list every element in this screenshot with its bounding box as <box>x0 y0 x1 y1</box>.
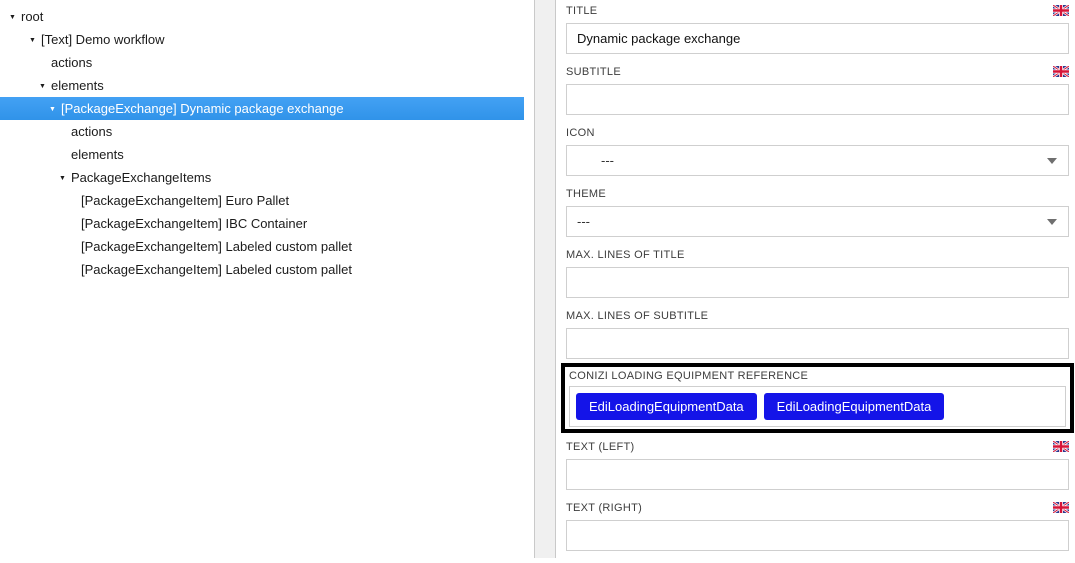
uk-flag-icon[interactable] <box>1053 66 1069 77</box>
chevron-down-icon[interactable]: ▼ <box>39 82 51 90</box>
tree-item-package-exchange[interactable]: ▼ [PackageExchange] Dynamic package exch… <box>0 97 524 120</box>
subtitle-input[interactable] <box>566 84 1069 115</box>
tree-item-euro-pallet[interactable]: [PackageExchangeItem] Euro Pallet <box>0 189 524 212</box>
chevron-down-icon[interactable]: ▼ <box>29 36 41 44</box>
field-group-text-right: TEXT (RIGHT) <box>566 502 1069 551</box>
chevron-down-icon[interactable]: ▼ <box>9 13 21 21</box>
field-group-subtitle: SUBTITLE <box>566 66 1069 115</box>
chevron-down-icon <box>1047 219 1057 225</box>
tree-item-label: [PackageExchangeItem] Labeled custom pal… <box>81 239 352 254</box>
uk-flag-icon[interactable] <box>1053 441 1069 452</box>
max-lines-title-label: MAX. LINES OF TITLE <box>566 249 685 262</box>
field-group-icon: ICON --- <box>566 127 1069 176</box>
tree-item-label: [Text] Demo workflow <box>41 32 165 47</box>
tree-item-label: [PackageExchangeItem] Euro Pallet <box>81 193 289 208</box>
tree-item-actions[interactable]: actions <box>0 51 524 74</box>
tree-item-label: root <box>21 9 43 24</box>
tree-item-labeled-custom-pallet-2[interactable]: [PackageExchangeItem] Labeled custom pal… <box>0 258 524 281</box>
field-group-title: TITLE <box>566 5 1069 54</box>
tree-item-root[interactable]: ▼ root <box>0 5 524 28</box>
chevron-down-icon <box>1047 158 1057 164</box>
theme-dropdown[interactable]: --- <box>566 206 1069 237</box>
max-lines-subtitle-label: MAX. LINES OF SUBTITLE <box>566 310 708 323</box>
conizi-section-highlight: CONIZI LOADING EQUIPMENT REFERENCE EdiLo… <box>561 363 1074 433</box>
tree-item-label: PackageExchangeItems <box>71 170 211 185</box>
workflow-tree-panel: ▼ root ▼ [Text] Demo workflow actions ▼ … <box>0 0 534 558</box>
subtitle-label: SUBTITLE <box>566 66 621 79</box>
theme-label: THEME <box>566 188 606 201</box>
chevron-down-icon[interactable]: ▼ <box>49 105 61 113</box>
title-label: TITLE <box>566 5 597 18</box>
title-input[interactable] <box>566 23 1069 54</box>
tree-item-label: [PackageExchangeItem] Labeled custom pal… <box>81 262 352 277</box>
uk-flag-icon[interactable] <box>1053 502 1069 513</box>
tree-item-elements[interactable]: ▼ elements <box>0 74 524 97</box>
edi-loading-equipment-button-2[interactable]: EdiLoadingEquipmentData <box>764 393 945 420</box>
conizi-reference-box: EdiLoadingEquipmentData EdiLoadingEquipm… <box>569 386 1066 427</box>
tree-item-labeled-custom-pallet-1[interactable]: [PackageExchangeItem] Labeled custom pal… <box>0 235 524 258</box>
max-lines-subtitle-input[interactable] <box>566 328 1069 359</box>
icon-label: ICON <box>566 127 595 140</box>
field-group-theme: THEME --- <box>566 188 1069 237</box>
text-left-label: TEXT (LEFT) <box>566 441 635 454</box>
icon-dropdown-value: --- <box>601 153 614 168</box>
text-left-input[interactable] <box>566 459 1069 490</box>
tree-item-text-demo-workflow[interactable]: ▼ [Text] Demo workflow <box>0 28 524 51</box>
tree-item-label: [PackageExchangeItem] IBC Container <box>81 216 307 231</box>
tree-item-label: actions <box>71 124 112 139</box>
tree-item-label: actions <box>51 55 92 70</box>
tree-item-ibc-container[interactable]: [PackageExchangeItem] IBC Container <box>0 212 524 235</box>
field-group-text-left: TEXT (LEFT) <box>566 441 1069 490</box>
tree-item-label: elements <box>51 78 104 93</box>
panel-divider-scrollbar[interactable] <box>534 0 556 558</box>
max-lines-title-input[interactable] <box>566 267 1069 298</box>
properties-panel: TITLE SUBTITLE <box>566 0 1069 563</box>
tree-item-actions-2[interactable]: actions <box>0 120 524 143</box>
icon-dropdown[interactable]: --- <box>566 145 1069 176</box>
uk-flag-icon[interactable] <box>1053 5 1069 16</box>
edi-loading-equipment-button-1[interactable]: EdiLoadingEquipmentData <box>576 393 757 420</box>
workflow-designer: ▼ root ▼ [Text] Demo workflow actions ▼ … <box>0 0 1075 558</box>
tree-item-label: [PackageExchange] Dynamic package exchan… <box>61 101 344 116</box>
text-right-input[interactable] <box>566 520 1069 551</box>
tree-item-label: elements <box>71 147 124 162</box>
text-right-label: TEXT (RIGHT) <box>566 502 642 515</box>
chevron-down-icon[interactable]: ▼ <box>59 174 71 182</box>
tree-item-elements-2[interactable]: elements <box>0 143 524 166</box>
field-group-max-lines-subtitle: MAX. LINES OF SUBTITLE <box>566 310 1069 359</box>
field-group-max-lines-title: MAX. LINES OF TITLE <box>566 249 1069 298</box>
theme-dropdown-value: --- <box>577 214 590 229</box>
conizi-label: CONIZI LOADING EQUIPMENT REFERENCE <box>569 370 1066 383</box>
tree-item-package-exchange-items[interactable]: ▼ PackageExchangeItems <box>0 166 524 189</box>
